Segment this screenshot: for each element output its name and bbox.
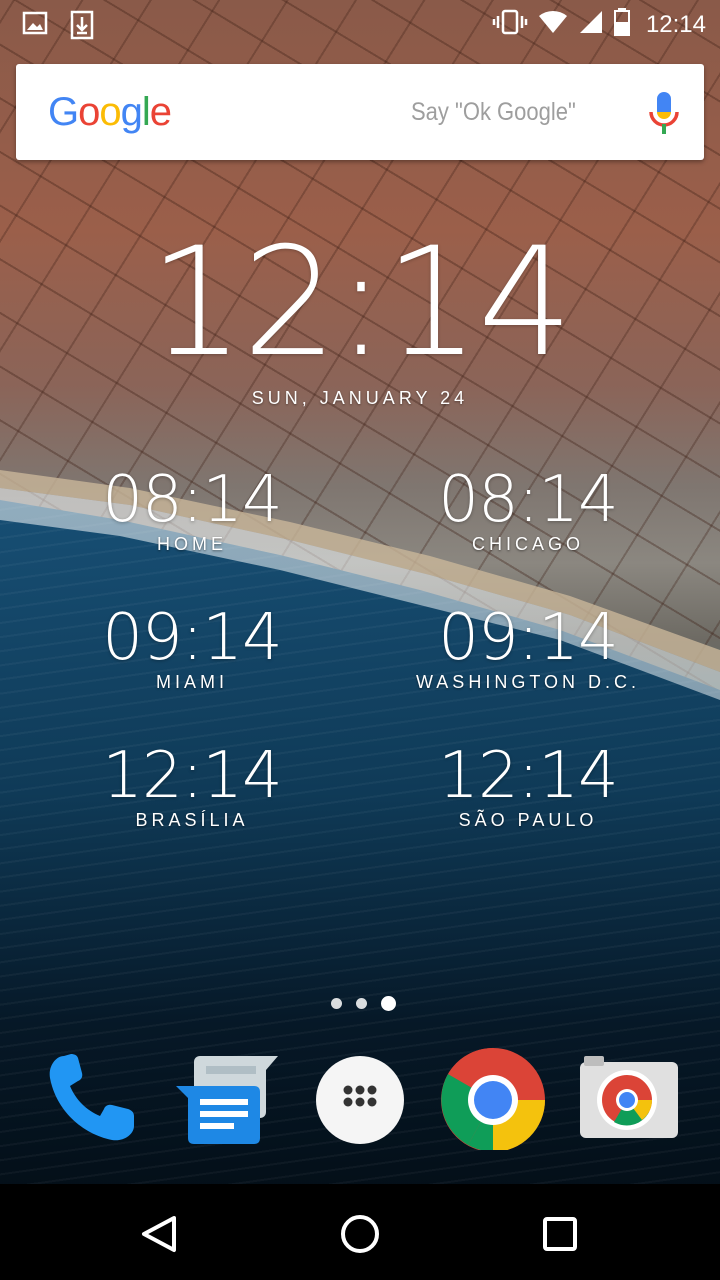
back-icon[interactable]	[136, 1210, 184, 1258]
main-clock-time[interactable]: 12:14	[0, 228, 720, 378]
world-clock-brasilia[interactable]: 12:14 BRASÍLIA	[42, 742, 342, 831]
camera-icon[interactable]	[572, 1040, 682, 1160]
world-clock-time: 09:14	[438, 601, 618, 675]
wifi-icon	[538, 10, 568, 39]
page-dot	[331, 998, 342, 1009]
world-clock-miami[interactable]: 09:14 MIAMI	[42, 604, 342, 693]
logo-letter: o	[78, 90, 100, 134]
battery-icon	[613, 8, 630, 41]
vibrate-icon	[492, 8, 528, 41]
phone-icon[interactable]	[38, 1040, 148, 1160]
logo-letter: l	[141, 90, 151, 134]
world-clock-chicago[interactable]: 08:14 CHICAGO	[378, 466, 678, 555]
logo-letter: g	[120, 90, 143, 134]
logo-letter: e	[149, 90, 172, 134]
world-clock-time: 09:14	[102, 601, 282, 675]
google-logo: Google	[48, 90, 172, 135]
recents-icon[interactable]	[536, 1210, 584, 1258]
image-notification-icon	[22, 10, 48, 45]
dock	[0, 1040, 720, 1160]
status-time: 12:14	[645, 10, 706, 38]
download-notification-icon	[70, 10, 94, 45]
world-clock-city: MIAMI	[156, 672, 228, 692]
world-clock-city: WASHINGTON D.C.	[415, 672, 640, 692]
messenger-icon[interactable]	[170, 1040, 280, 1160]
page-dot-current	[381, 996, 396, 1011]
cell-signal-icon	[578, 9, 604, 40]
status-bar[interactable]: 12:14	[0, 0, 720, 48]
world-clock-time: 08:14	[438, 463, 618, 537]
world-clock-city: SÃO PAULO	[458, 810, 598, 830]
world-clock-home[interactable]: 08:14 HOME	[42, 466, 342, 555]
main-clock-date: SUN, JANUARY 24	[251, 388, 469, 408]
page-dot	[356, 998, 367, 1009]
world-clock-city: BRASÍLIA	[135, 810, 249, 830]
search-hint: Say "Ok Google"	[411, 98, 576, 126]
world-clock-city: HOME	[157, 534, 227, 554]
page-indicator	[331, 996, 396, 1011]
world-clock-city: CHICAGO	[471, 534, 584, 554]
google-search-bar[interactable]: Google Say "Ok Google"	[16, 64, 704, 160]
logo-letter: G	[48, 90, 79, 134]
home-icon[interactable]	[336, 1210, 384, 1258]
world-clock-time: 12:14	[102, 739, 282, 813]
world-clock-time: 12:14	[438, 739, 618, 813]
chrome-icon[interactable]	[438, 1040, 548, 1160]
world-clock-time: 08:14	[102, 463, 282, 537]
app-drawer-icon[interactable]	[305, 1040, 415, 1160]
navigation-bar	[0, 1184, 720, 1280]
world-clock-sao-paulo[interactable]: 12:14 SÃO PAULO	[378, 742, 678, 831]
mic-icon[interactable]	[644, 90, 684, 141]
logo-letter: o	[99, 90, 121, 134]
world-clock-washington[interactable]: 09:14 WASHINGTON D.C.	[378, 604, 678, 693]
